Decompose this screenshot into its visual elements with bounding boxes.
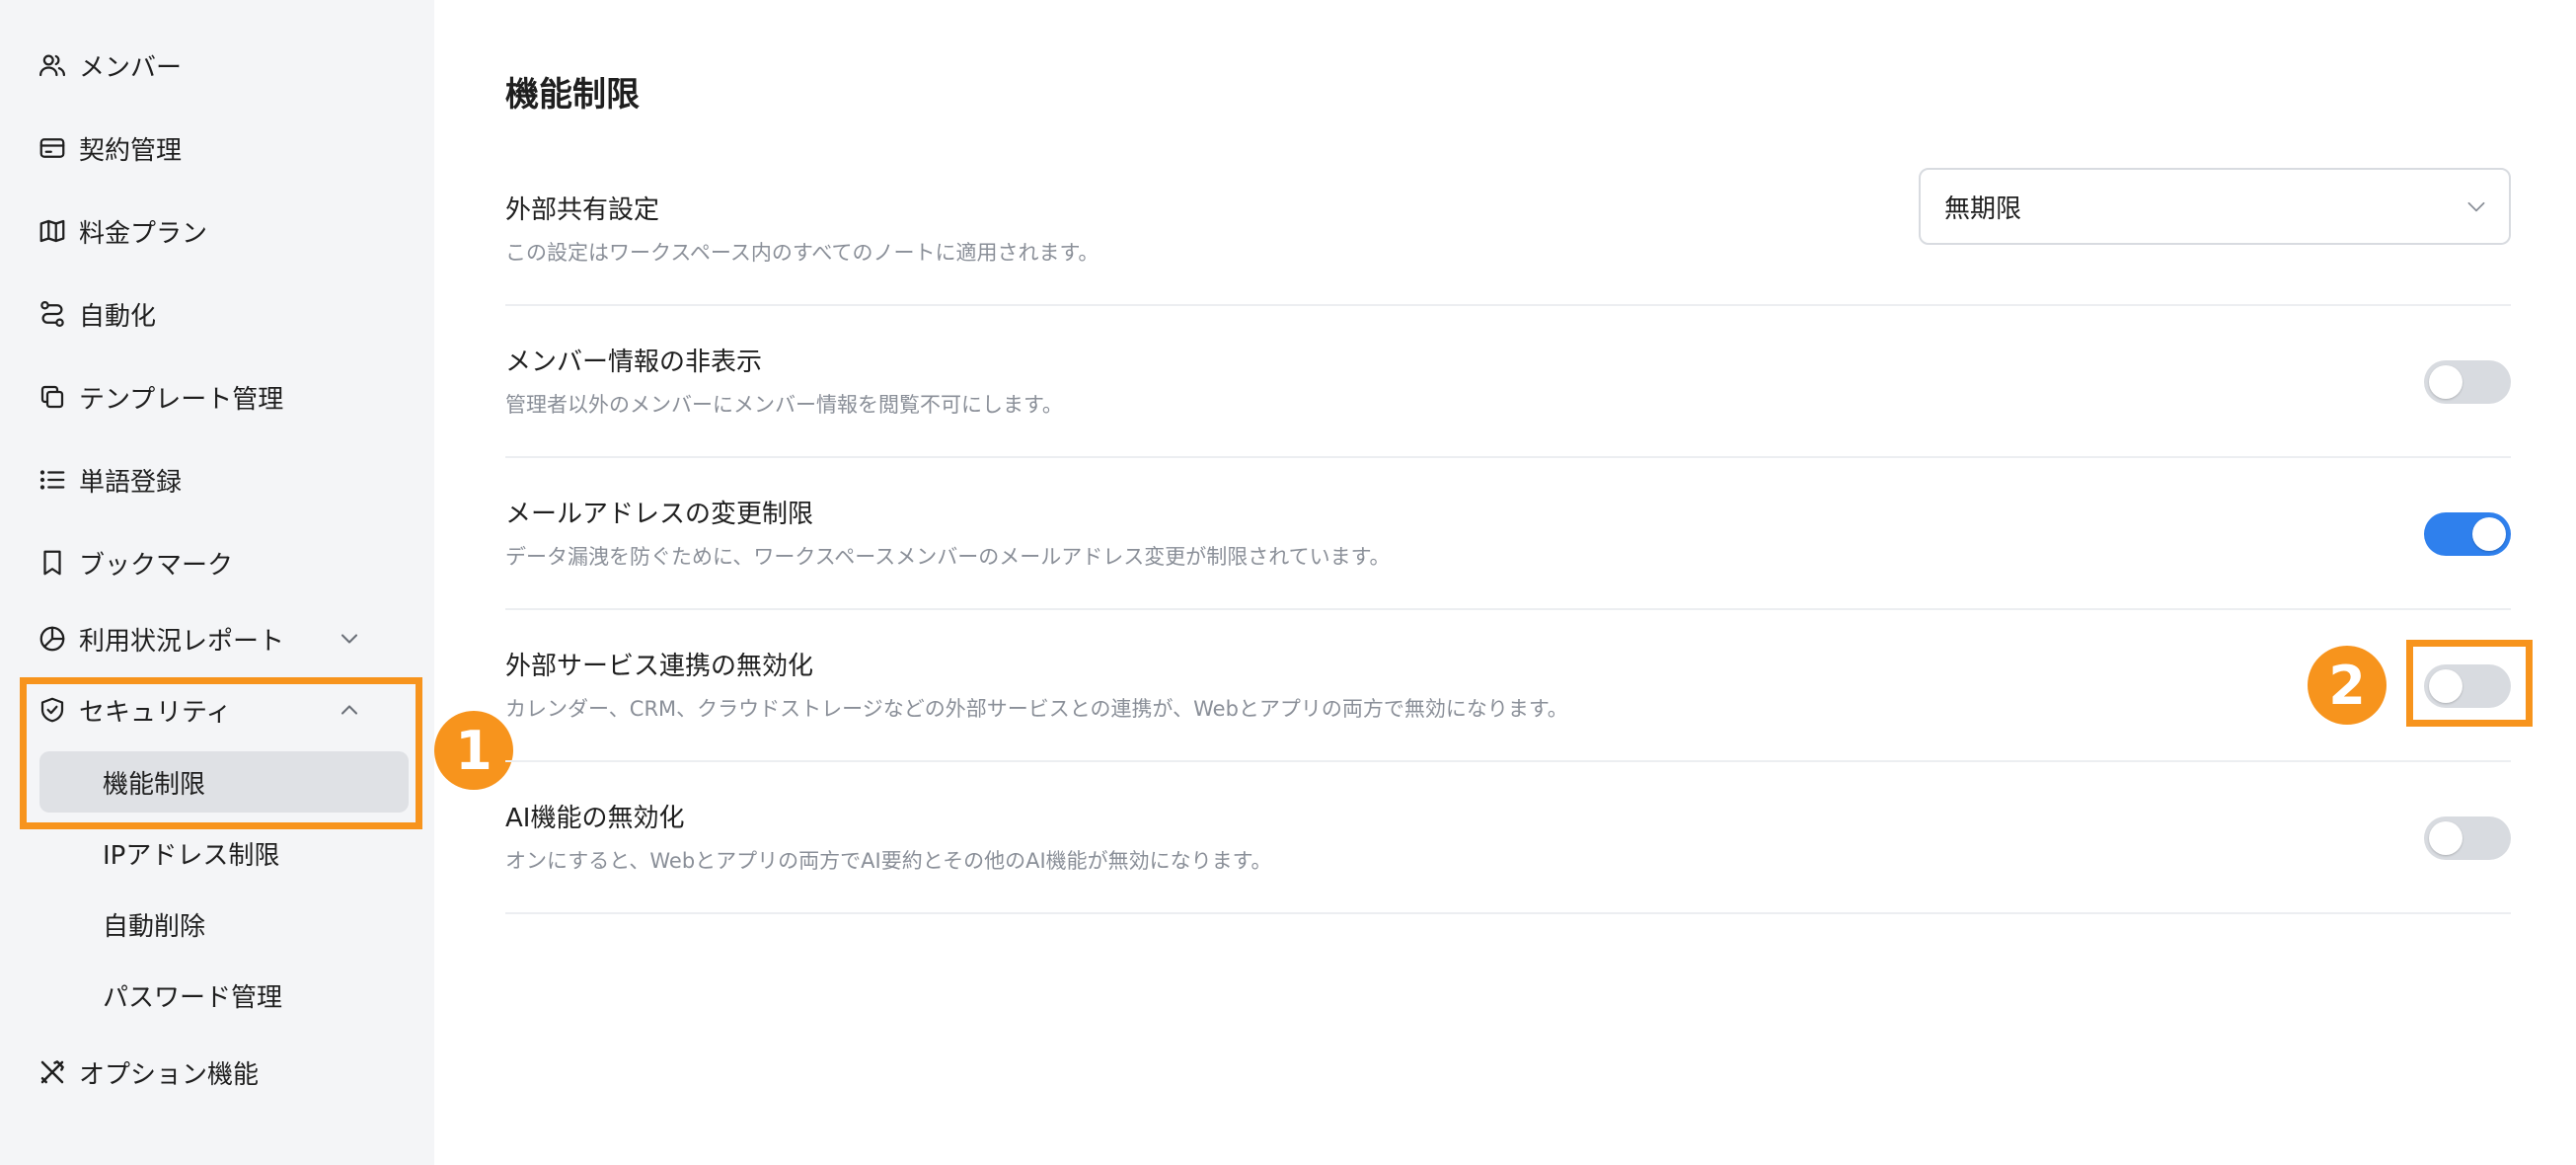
- route-icon: [38, 299, 67, 329]
- app-window: メンバー 契約管理 料金プラン 自動化 テンプレート管理 単語登録 ブックマーク…: [0, 0, 2576, 1165]
- copy-icon: [38, 382, 67, 412]
- select-value: 無期限: [1944, 194, 2022, 224]
- toggle-knob: [2429, 365, 2462, 399]
- sidebar-item-label: テンプレート管理: [79, 384, 284, 415]
- shield-check-icon: [38, 695, 67, 725]
- setting-title: 外部共有設定: [505, 195, 660, 225]
- sidebar-subitem-feature-restrictions[interactable]: 機能制限: [39, 751, 409, 813]
- setting-title: AI機能の無効化: [505, 804, 685, 833]
- bookmark-icon: [38, 548, 67, 578]
- sidebar-item-label: 契約管理: [79, 135, 183, 166]
- users-icon: [38, 50, 67, 80]
- sidebar-subitem-label: IPアドレス制限: [103, 840, 280, 871]
- setting-row-email-change-restriction: メールアドレスの変更制限 データ漏洩を防ぐために、ワークスペースメンバーのメール…: [505, 458, 2511, 610]
- sidebar-subitem-label: パスワード管理: [103, 982, 283, 1013]
- disable-ai-toggle[interactable]: [2424, 816, 2511, 860]
- sidebar-item-security[interactable]: セキュリティ: [38, 682, 403, 738]
- sidebar-item-dictionary[interactable]: 単語登録: [38, 452, 403, 507]
- chevron-up-icon[interactable]: [336, 696, 363, 724]
- chevron-down-icon: [2463, 194, 2489, 219]
- setting-description: 管理者以外のメンバーにメンバー情報を閲覧不可にします。: [505, 393, 1063, 417]
- setting-row-external-sharing: 外部共有設定 この設定はワークスペース内のすべてのノートに適用されます。 無期限: [505, 154, 2511, 306]
- chevron-down-icon[interactable]: [336, 625, 363, 653]
- sidebar-item-members[interactable]: メンバー: [38, 38, 403, 93]
- map-icon: [38, 216, 67, 246]
- credit-card-icon: [38, 133, 67, 163]
- main-content: 機能制限 外部共有設定 この設定はワークスペース内のすべてのノートに適用されます…: [434, 0, 2576, 1165]
- sidebar-item-usage-report[interactable]: 利用状況レポート: [38, 611, 403, 666]
- sidebar-item-label: 自動化: [79, 301, 157, 332]
- sidebar-item-automation[interactable]: 自動化: [38, 286, 403, 342]
- setting-row-disable-external-services: 外部サービス連携の無効化 カレンダー、CRM、クラウドストレージなどの外部サービ…: [505, 610, 2511, 762]
- sidebar-item-label: 利用状況レポート: [79, 626, 285, 657]
- setting-description: この設定はワークスペース内のすべてのノートに適用されます。: [505, 241, 1099, 265]
- sidebar-item-label: オプション機能: [79, 1059, 260, 1090]
- sidebar-subitem-ip-restrictions[interactable]: IPアドレス制限: [39, 822, 409, 884]
- external-sharing-select[interactable]: 無期限: [1919, 168, 2511, 245]
- sidebar-item-label: セキュリティ: [79, 697, 232, 728]
- toggle-knob: [2472, 517, 2506, 551]
- sidebar-item-label: メンバー: [79, 52, 183, 83]
- pie-chart-icon: [38, 624, 67, 654]
- setting-title: メールアドレスの変更制限: [505, 500, 814, 529]
- setting-description: データ漏洩を防ぐために、ワークスペースメンバーのメールアドレス変更が制限されてい…: [505, 545, 1391, 569]
- toggle-knob: [2429, 821, 2462, 855]
- sidebar-item-templates[interactable]: テンプレート管理: [38, 369, 403, 425]
- setting-title: 外部サービス連携の無効化: [505, 652, 814, 681]
- sidebar-item-options[interactable]: オプション機能: [38, 1045, 403, 1100]
- page-title: 機能制限: [505, 75, 640, 115]
- sidebar-item-bookmarks[interactable]: ブックマーク: [38, 535, 403, 590]
- sidebar-item-label: 料金プラン: [79, 218, 208, 249]
- hide-member-info-toggle[interactable]: [2424, 360, 2511, 404]
- sidebar: メンバー 契約管理 料金プラン 自動化 テンプレート管理 単語登録 ブックマーク…: [0, 0, 434, 1165]
- setting-row-disable-ai: AI機能の無効化 オンにすると、Webとアプリの両方でAI要約とその他のAI機能…: [505, 762, 2511, 914]
- sidebar-item-pricing[interactable]: 料金プラン: [38, 203, 403, 259]
- setting-title: メンバー情報の非表示: [505, 348, 763, 377]
- setting-description: カレンダー、CRM、クラウドストレージなどの外部サービスとの連携が、Webとアプ…: [505, 697, 1568, 721]
- setting-row-hide-member-info: メンバー情報の非表示 管理者以外のメンバーにメンバー情報を閲覧不可にします。: [505, 306, 2511, 458]
- annotation-badge-2: 2: [2308, 646, 2387, 725]
- disable-external-services-toggle[interactable]: [2424, 664, 2511, 708]
- sidebar-subitem-auto-delete[interactable]: 自動削除: [39, 893, 409, 955]
- sidebar-subitem-password-management[interactable]: パスワード管理: [39, 965, 409, 1026]
- sidebar-item-label: ブックマーク: [79, 550, 234, 581]
- sidebar-item-contract[interactable]: 契約管理: [38, 120, 403, 176]
- toggle-knob: [2429, 669, 2462, 703]
- setting-description: オンにすると、Webとアプリの両方でAI要約とその他のAI機能が無効になります。: [505, 849, 1272, 873]
- sidebar-subitem-label: 機能制限: [103, 769, 206, 800]
- sidebar-item-label: 単語登録: [79, 467, 183, 498]
- tools-icon: [38, 1057, 67, 1087]
- list-icon: [38, 465, 67, 495]
- email-change-restriction-toggle[interactable]: [2424, 512, 2511, 556]
- sidebar-subitem-label: 自動削除: [103, 911, 206, 942]
